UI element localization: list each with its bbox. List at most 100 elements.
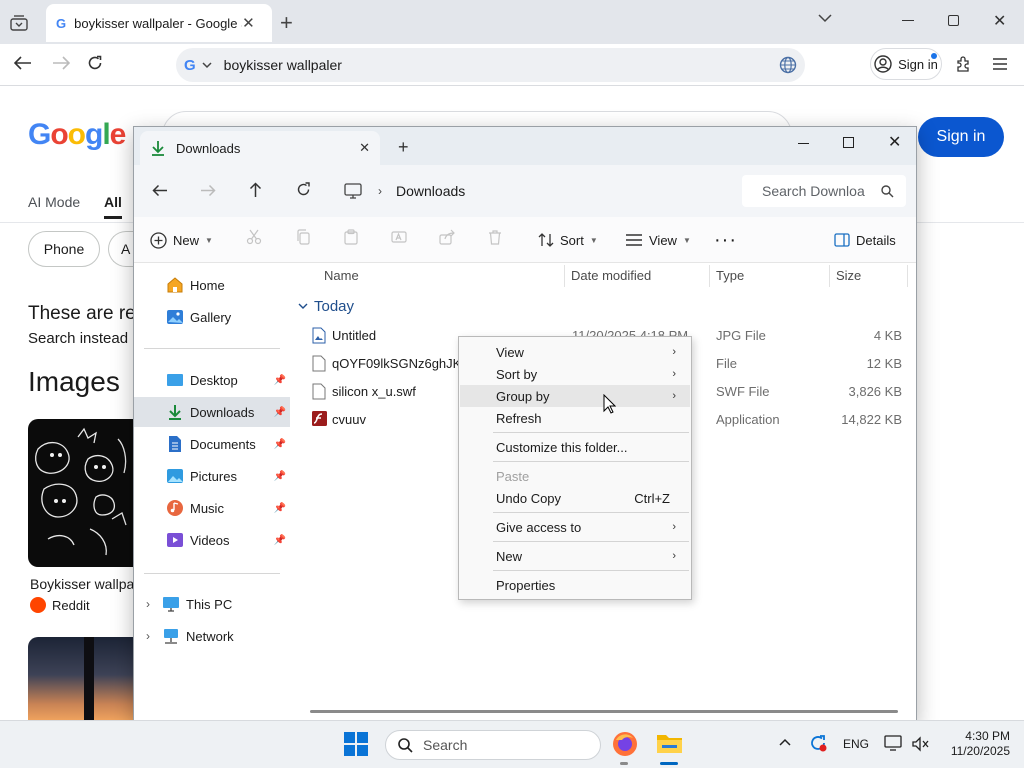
- sidebar-item-home[interactable]: Home: [134, 270, 290, 300]
- sidebar-item-gallery[interactable]: Gallery: [134, 302, 290, 332]
- column-divider[interactable]: [829, 265, 830, 287]
- delete-icon[interactable]: [487, 229, 503, 245]
- sort-button[interactable]: Sort ▼: [538, 223, 598, 257]
- paste-icon[interactable]: [343, 229, 359, 245]
- ctx-item-sort-by[interactable]: Sort by ›: [460, 363, 690, 385]
- forward-arrow-icon[interactable]: [52, 56, 70, 70]
- back-arrow-icon[interactable]: [14, 56, 32, 70]
- column-header-type[interactable]: Type: [716, 268, 744, 283]
- tab-search-icon[interactable]: [8, 12, 30, 34]
- firefox-icon[interactable]: [612, 731, 638, 757]
- language-indicator[interactable]: ENG: [843, 737, 869, 751]
- details-button[interactable]: Details: [834, 223, 896, 257]
- update-tray-icon[interactable]: [808, 733, 828, 753]
- explorer-up-icon[interactable]: [249, 182, 262, 198]
- column-header-date[interactable]: Date modified: [571, 268, 651, 283]
- explorer-minimize-button[interactable]: [798, 143, 809, 144]
- google-sign-in-button[interactable]: Sign in: [918, 117, 1004, 157]
- google-tab-all[interactable]: All: [104, 194, 122, 210]
- taskbar-clock[interactable]: 4:30 PM 11/20/2025: [940, 729, 1010, 759]
- sidebar-item-this-pc[interactable]: › This PC: [134, 589, 290, 619]
- breadcrumb-chevron-icon[interactable]: ›: [378, 184, 382, 198]
- image-result-1-caption[interactable]: Boykisser wallpa: [30, 576, 134, 592]
- column-divider[interactable]: [709, 265, 710, 287]
- browser-sign-in-button[interactable]: Sign in: [870, 48, 942, 80]
- browser-close-button[interactable]: ✕: [993, 11, 1006, 31]
- browser-tab-active[interactable]: G boykisser wallpaler - Google Se ✕: [46, 4, 272, 42]
- ctx-item-undo-copy[interactable]: Undo Copy Ctrl+Z: [460, 487, 690, 509]
- browser-menu-icon[interactable]: [993, 58, 1007, 70]
- network-tray-icon[interactable]: [884, 735, 902, 751]
- expand-chevron-icon[interactable]: ›: [146, 597, 150, 611]
- horizontal-scrollbar[interactable]: [310, 710, 898, 713]
- sidebar-item-desktop[interactable]: Desktop 📌: [134, 365, 290, 395]
- image-result-1[interactable]: [28, 419, 136, 567]
- ctx-item-group-by[interactable]: Group by ›: [460, 385, 690, 407]
- explorer-refresh-icon[interactable]: [296, 182, 311, 197]
- file-size: 4 KB: [873, 328, 902, 343]
- close-tab-icon[interactable]: ✕: [242, 14, 255, 32]
- explorer-new-tab-icon[interactable]: +: [398, 138, 409, 156]
- explorer-tab-close-icon[interactable]: ✕: [359, 140, 370, 156]
- image-result-2[interactable]: [28, 637, 136, 721]
- sidebar-label-pictures: Pictures: [190, 468, 237, 484]
- more-options-icon[interactable]: ···: [714, 223, 737, 257]
- sidebar-item-documents[interactable]: Documents 📌: [134, 429, 290, 459]
- view-button-label: View: [649, 232, 677, 248]
- cut-icon[interactable]: [246, 229, 262, 245]
- explorer-address-bar[interactable]: › Downloads: [334, 175, 734, 207]
- ctx-item-give-access[interactable]: Give access to ›: [460, 516, 690, 538]
- show-hidden-icons-chevron-icon[interactable]: [779, 738, 791, 746]
- copy-icon[interactable]: [295, 229, 311, 245]
- new-tab-button[interactable]: +: [280, 10, 293, 36]
- rename-icon[interactable]: [391, 229, 407, 245]
- filter-chip-phone[interactable]: Phone: [28, 231, 100, 267]
- image-result-1-source[interactable]: Reddit: [30, 597, 90, 613]
- ctx-item-properties[interactable]: Properties: [460, 574, 690, 596]
- new-button[interactable]: New ▼: [150, 223, 213, 257]
- explorer-forward-icon[interactable]: [200, 184, 216, 197]
- ctx-item-customize[interactable]: Customize this folder...: [460, 436, 690, 458]
- taskbar-search-box[interactable]: Search: [385, 730, 601, 760]
- explorer-close-button[interactable]: ✕: [888, 132, 901, 152]
- column-header-name[interactable]: Name: [324, 268, 359, 283]
- extensions-icon[interactable]: [956, 56, 972, 72]
- reload-icon[interactable]: [87, 55, 103, 71]
- ctx-label: Group by: [496, 388, 550, 404]
- group-header-today[interactable]: Today: [298, 298, 354, 315]
- explorer-search-input[interactable]: Search Downloa: [742, 175, 906, 207]
- volume-tray-icon[interactable]: [911, 736, 929, 752]
- search-instead-text[interactable]: Search instead: [28, 330, 128, 347]
- tab-list-chevron-icon[interactable]: [818, 14, 832, 23]
- sidebar-item-videos[interactable]: Videos 📌: [134, 525, 290, 555]
- submenu-arrow-icon: ›: [672, 368, 676, 380]
- windows-start-icon[interactable]: [344, 732, 368, 756]
- sidebar-item-music[interactable]: Music 📌: [134, 493, 290, 523]
- browser-restore-button[interactable]: [948, 15, 959, 26]
- address-bar[interactable]: G boykisser wallpaler: [176, 48, 805, 82]
- column-header-size[interactable]: Size: [836, 268, 861, 283]
- translate-globe-icon[interactable]: [779, 56, 797, 74]
- ctx-item-refresh[interactable]: Refresh: [460, 407, 690, 429]
- column-divider[interactable]: [564, 265, 565, 287]
- search-engine-chevron-icon[interactable]: [202, 61, 212, 69]
- google-logo[interactable]: Google: [28, 118, 126, 152]
- ctx-item-view[interactable]: View ›: [460, 341, 690, 363]
- share-icon[interactable]: [439, 229, 455, 245]
- sidebar-item-network[interactable]: › Network: [134, 621, 290, 651]
- sidebar-item-downloads[interactable]: Downloads 📌: [134, 397, 290, 427]
- google-tab-ai-mode[interactable]: AI Mode: [28, 194, 80, 210]
- ctx-item-new[interactable]: New ›: [460, 545, 690, 567]
- expand-chevron-icon[interactable]: ›: [146, 629, 150, 643]
- explorer-tab-downloads[interactable]: Downloads ✕: [140, 131, 380, 165]
- file-explorer-taskbar-icon[interactable]: [656, 732, 683, 754]
- view-button[interactable]: View ▼: [625, 223, 691, 257]
- image-result-1-source-label: Reddit: [52, 597, 90, 613]
- explorer-back-icon[interactable]: [152, 184, 168, 197]
- column-divider[interactable]: [907, 265, 908, 287]
- browser-minimize-button[interactable]: [902, 20, 914, 21]
- explorer-maximize-button[interactable]: [843, 137, 854, 148]
- address-path: Downloads: [396, 183, 466, 199]
- sidebar-item-pictures[interactable]: Pictures 📌: [134, 461, 290, 491]
- ctx-item-paste[interactable]: Paste: [460, 465, 690, 487]
